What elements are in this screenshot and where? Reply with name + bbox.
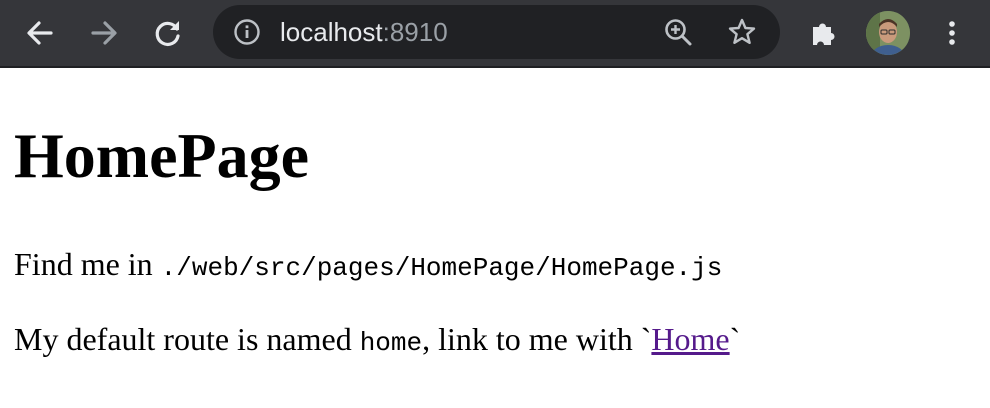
star-icon[interactable] — [727, 17, 757, 47]
home-link[interactable]: Home — [651, 321, 729, 357]
link-suffix-text: ` — [729, 321, 741, 357]
info-icon[interactable] — [233, 18, 261, 46]
kebab-menu-icon — [946, 18, 958, 48]
page-title: HomePage — [14, 120, 309, 191]
route-name: home — [359, 328, 423, 358]
route-paragraph: My default route is named home, link to … — [14, 321, 740, 361]
link-intro-text: , link to me with ` — [422, 321, 652, 357]
browser-toolbar: localhost:8910 — [0, 0, 990, 68]
menu-button[interactable] — [930, 11, 974, 55]
extensions-button[interactable] — [802, 11, 846, 55]
zoom-in-icon[interactable] — [663, 17, 693, 47]
file-path: ./web/src/pages/HomePage/HomePage.js — [160, 253, 723, 283]
reload-button[interactable] — [146, 11, 190, 55]
url-host: localhost — [280, 17, 383, 47]
puzzle-icon — [809, 18, 839, 48]
back-button[interactable] — [18, 11, 62, 55]
url-text[interactable]: localhost:8910 — [280, 18, 448, 46]
reload-icon — [153, 18, 183, 48]
arrow-right-icon — [89, 18, 119, 48]
route-text: My default route is named — [14, 321, 360, 357]
avatar[interactable] — [866, 11, 910, 55]
arrow-left-icon — [25, 18, 55, 48]
address-bar[interactable]: localhost:8910 — [213, 5, 780, 59]
url-port: :8910 — [382, 17, 448, 47]
location-paragraph: Find me in ./web/src/pages/HomePage/Home… — [14, 246, 722, 286]
location-text: Find me in — [14, 246, 161, 282]
forward-button[interactable] — [82, 11, 126, 55]
